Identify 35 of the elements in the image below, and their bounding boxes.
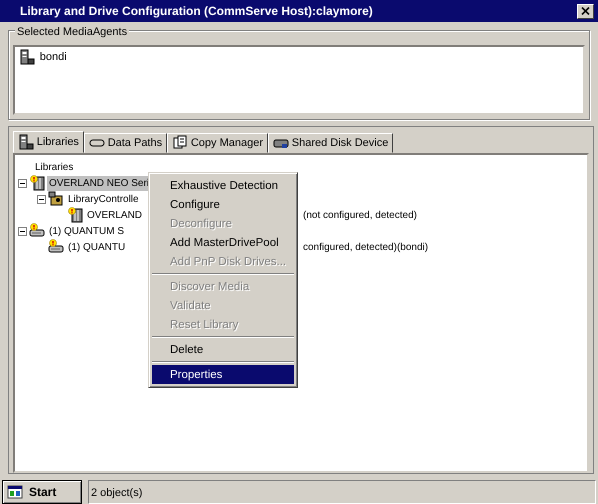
tree-item[interactable]: (1) QUANTU (66, 240, 128, 254)
server-icon (19, 49, 35, 66)
tree-item[interactable]: (1) QUANTUM S (47, 224, 126, 238)
close-button[interactable] (577, 4, 594, 18)
tree-item[interactable]: OVERLAND (85, 208, 144, 222)
tab[interactable]: Libraries (13, 131, 84, 153)
tab[interactable]: Shared Disk Device (268, 133, 394, 153)
status-text: 2 object(s) (88, 480, 596, 504)
window-title: Library and Drive Configuration (CommServe Host):claymore) (20, 3, 373, 20)
menu-item[interactable]: Exhaustive Detection (152, 176, 294, 195)
collapse-icon[interactable] (37, 194, 46, 204)
menu-item[interactable]: Delete (152, 340, 294, 359)
server-icon (18, 134, 34, 150)
drive-icon (29, 223, 45, 239)
controller-icon (48, 191, 64, 207)
tree-item[interactable]: LibraryControlle (66, 192, 141, 206)
tree-item-status: configured, detected)(bondi) (303, 240, 430, 254)
library-icon (67, 207, 83, 223)
tab[interactable]: Copy Manager (167, 133, 268, 153)
collapse-icon[interactable] (18, 178, 27, 188)
tab[interactable]: Data Paths (84, 133, 168, 153)
menu-item[interactable]: Configure (152, 195, 294, 214)
start-button[interactable]: Start (2, 480, 82, 504)
tree-item-status: (not configured, detected) (303, 208, 418, 222)
menu-item[interactable]: Properties (152, 365, 294, 384)
close-icon (581, 7, 590, 15)
tree-root-label: Libraries (34, 160, 74, 174)
library-icon (29, 175, 45, 191)
collapse-icon[interactable] (18, 226, 27, 236)
window-icon (7, 484, 23, 500)
menu-item[interactable]: Add MasterDrivePool (152, 233, 294, 252)
list-item[interactable]: bondi (38, 49, 69, 66)
documents-icon (172, 135, 188, 151)
group-label: Selected MediaAgents (15, 24, 130, 40)
drive-icon (48, 239, 64, 255)
